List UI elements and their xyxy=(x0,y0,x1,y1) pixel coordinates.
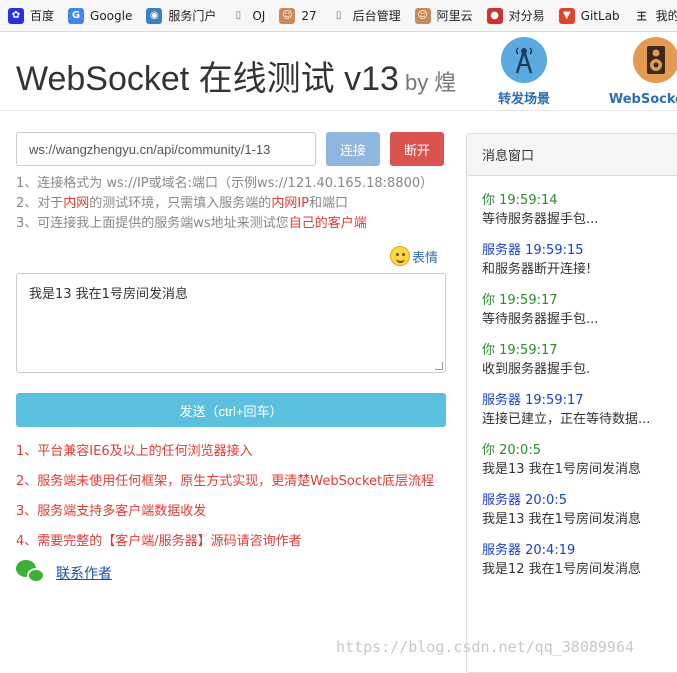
message-item: 服务器 20:0:5 我是13 我在1号房间发消息 xyxy=(482,492,677,542)
bookmark-item[interactable]: ▼ GitLab xyxy=(558,7,620,24)
bookmarks-bar: ✿ 百度 G Google ◉ 服务门户 ▯ OJ ☺ 27 ▯ 后台管理 ☺ 阿里云 ● 对分易 ▼ GitLa… xyxy=(0,0,677,32)
message-body: 等待服务器握手包... xyxy=(482,312,599,327)
disconnect-button[interactable]: 断开 xyxy=(390,132,444,166)
page-icon: ▯ xyxy=(335,10,342,21)
avatar-icon: ☺ xyxy=(279,7,296,24)
hint-line-2: 2、对于内网的测试环境，只需填入服务端的内网IP和端口 xyxy=(16,196,349,211)
message-sender-time: 服务器 20:0:5 xyxy=(482,493,567,508)
message-item: 服务器 20:4:19 我是12 我在1号房间发消息 xyxy=(482,542,677,592)
avatar-icon: ☺ xyxy=(414,7,431,24)
message-body: 等待服务器握手包... xyxy=(482,212,599,227)
message-sender-time: 服务器 19:59:17 xyxy=(482,393,584,408)
gitlab-icon: ▼ xyxy=(558,7,575,24)
smiley-icon xyxy=(390,246,410,266)
note-item: 4、需要完整的【客户端/服务器】源码请咨询作者 xyxy=(16,534,302,549)
emoji-button[interactable]: 表情 xyxy=(390,246,438,266)
wo-icon: 王 xyxy=(636,12,647,23)
page-title: WebSocket 在线测试 v13 by 煌 xyxy=(16,60,457,98)
send-button[interactable]: 发送（ctrl+回车） xyxy=(16,393,446,427)
dui-icon: ● xyxy=(486,7,503,24)
message-item: 你 20:0:5 我是13 我在1号房间发消息 xyxy=(482,442,677,492)
message-window: 消息窗口 你 19:59:14 等待服务器握手包... 服务器 19:59:15 和服… xyxy=(466,133,677,673)
bookmark-item[interactable]: ✿ 百度 xyxy=(8,7,54,24)
message-item: 服务器 19:59:15 和服务器断开连接! xyxy=(482,242,677,292)
message-sender-time: 你 20:0:5 xyxy=(482,443,541,458)
page-icon: ▯ xyxy=(235,10,242,21)
message-body: 我是13 我在1号房间发消息 xyxy=(482,512,641,527)
google-icon: G xyxy=(68,7,85,24)
message-item: 服务器 19:59:17 连接已建立，正在等待数据... xyxy=(482,392,677,442)
wechat-icon xyxy=(16,560,48,586)
websocket-client-link[interactable]: WebSocket客 xyxy=(606,37,677,107)
message-body: 收到服务器握手包. xyxy=(482,362,591,377)
bookmark-item[interactable]: ◉ 服务门户 xyxy=(146,7,216,24)
page-header: WebSocket 在线测试 v13by 煌 转发场景 WebSocket客 xyxy=(0,33,677,111)
websocket-url-input[interactable]: ws://wangzhengyu.cn/api/community/1-13 xyxy=(16,132,316,166)
bookmark-item[interactable]: G Google xyxy=(68,7,132,24)
antenna-icon xyxy=(501,37,547,83)
message-body: 我是12 我在1号房间发消息 xyxy=(482,562,641,577)
message-textarea[interactable]: 我是13 我在1号房间发消息 xyxy=(16,273,446,373)
message-sender-time: 你 19:59:17 xyxy=(482,293,558,308)
forward-scene-link[interactable]: 转发场景 xyxy=(484,37,564,107)
bookmark-item[interactable]: ▯ 后台管理 xyxy=(331,7,401,24)
message-item: 你 19:59:17 等待服务器握手包... xyxy=(482,292,677,342)
message-sender-time: 服务器 20:4:19 xyxy=(482,543,576,558)
message-item: 你 19:59:17 收到服务器握手包. xyxy=(482,342,677,392)
baidu-paw-icon: ✿ xyxy=(8,7,24,24)
feature-notes: 1、平台兼容IE6及以上的任何浏览器接入 2、服务端未使用任何框架，原生方式实现… xyxy=(16,442,434,562)
contact-author-link[interactable]: 联系作者 xyxy=(56,563,112,583)
bookmark-item[interactable]: ▯ OJ xyxy=(230,8,266,24)
contact-author: 联系作者 xyxy=(16,560,112,586)
message-sender-time: 你 19:59:14 xyxy=(482,193,558,208)
bookmark-item[interactable]: ☺ 阿里云 xyxy=(414,7,473,24)
message-list: 你 19:59:14 等待服务器握手包... 服务器 19:59:15 和服务器断开连… xyxy=(467,176,677,592)
portal-icon: ◉ xyxy=(146,7,163,24)
hint-line-1: 1、连接格式为 ws://IP或域名:端口（示例ws://121.40.165.… xyxy=(16,176,434,191)
message-body: 我是13 我在1号房间发消息 xyxy=(482,462,641,477)
watermark: https://blog.csdn.net/qq_38089964 xyxy=(336,638,635,656)
message-body: 和服务器断开连接! xyxy=(482,262,592,277)
message-sender-time: 你 19:59:17 xyxy=(482,343,558,358)
message-body: 连接已建立，正在等待数据... xyxy=(482,412,651,427)
note-item: 2、服务端未使用任何框架，原生方式实现，更清楚WebSocket底层流程 xyxy=(16,474,435,489)
bookmark-item[interactable]: ● 对分易 xyxy=(486,7,545,24)
note-item: 1、平台兼容IE6及以上的任何浏览器接入 xyxy=(16,444,253,459)
note-item: 3、服务端支持多客户端数据收发 xyxy=(16,504,207,519)
connection-hints: 1、连接格式为 ws://IP或域名:端口（示例ws://121.40.165.… xyxy=(16,174,433,234)
message-item: 你 19:59:14 等待服务器握手包... xyxy=(482,192,677,242)
speaker-icon xyxy=(633,37,677,83)
hint-line-3: 3、可连接我上面提供的服务端ws地址来测试您自己的客户端 xyxy=(16,216,367,231)
bookmark-item[interactable]: 王我的 xyxy=(634,7,677,24)
resize-handle[interactable] xyxy=(435,362,443,370)
message-sender-time: 服务器 19:59:15 xyxy=(482,243,584,258)
connect-button[interactable]: 连接 xyxy=(326,132,380,166)
bookmark-item[interactable]: ☺ 27 xyxy=(279,7,317,24)
message-window-title: 消息窗口 xyxy=(467,134,677,176)
